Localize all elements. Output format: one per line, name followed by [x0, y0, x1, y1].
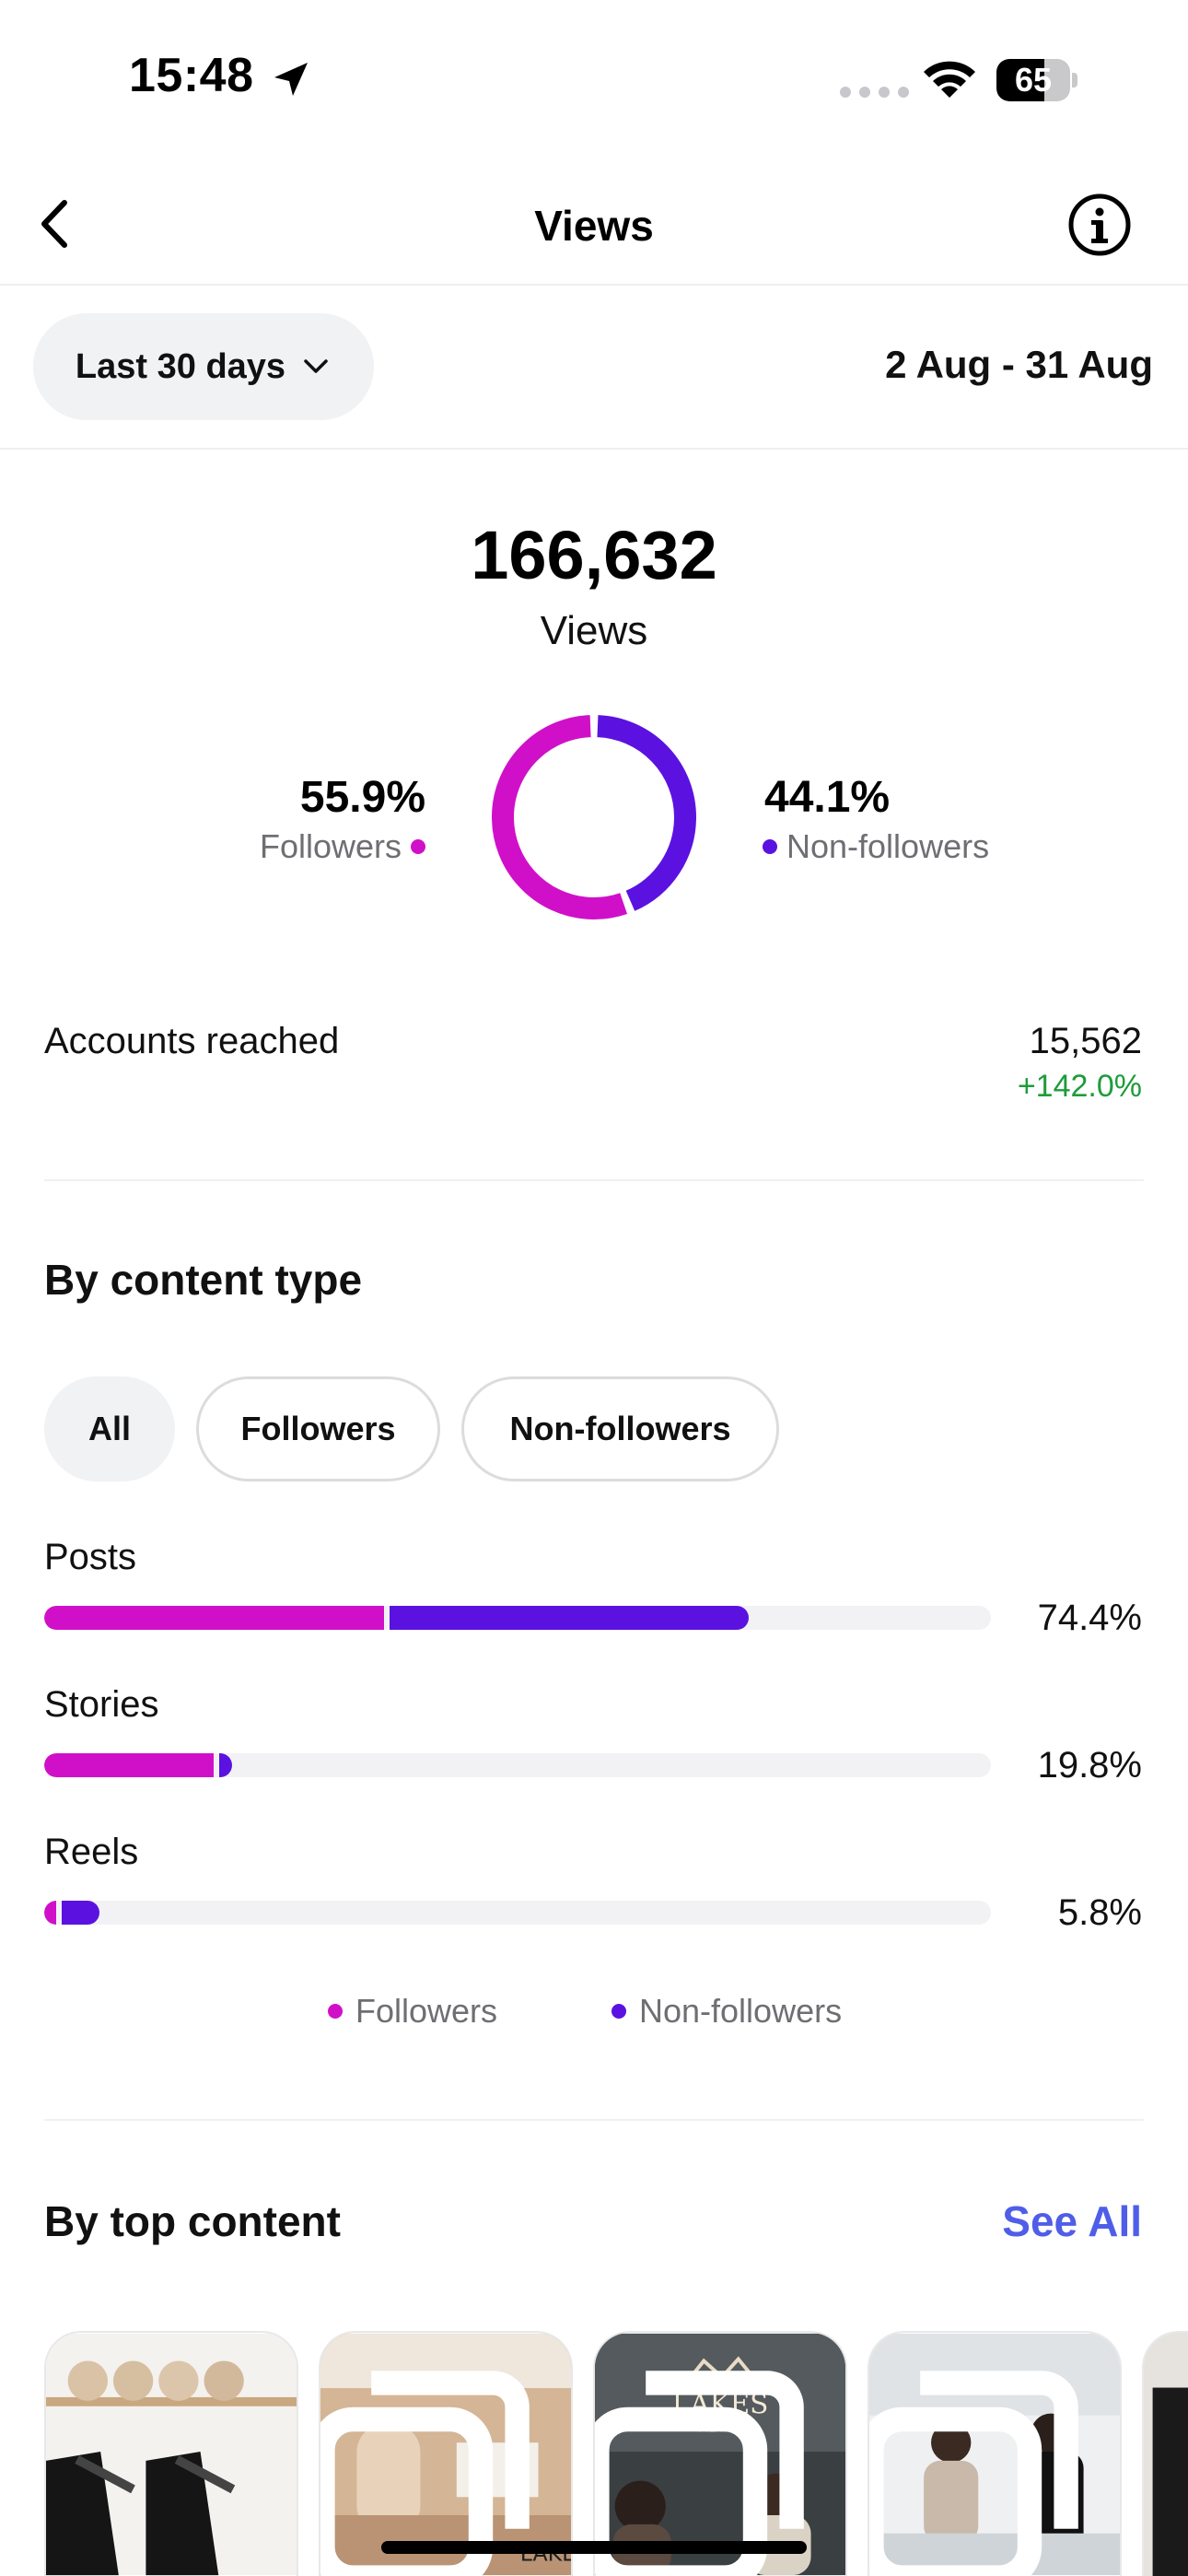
location-arrow-icon [274, 63, 308, 96]
followers-donut-chart [492, 715, 696, 919]
content-type-bar-reels [44, 1901, 991, 1925]
content-type-pct-stories: 19.8% [1037, 1745, 1142, 1786]
accounts-reached-value: 15,562 [1029, 1021, 1142, 1061]
header-divider [0, 284, 1188, 286]
see-all-link[interactable]: See All [1002, 2196, 1142, 2246]
legend-followers: Followers [328, 1992, 497, 2031]
top-content-thumbnail-3[interactable]: LAKES PILATES [593, 2331, 847, 2576]
battery-icon: 65 [996, 59, 1077, 101]
filter-chip-all[interactable]: All [44, 1376, 175, 1481]
content-type-bar-posts [44, 1606, 991, 1630]
legend-followers-label: Followers [355, 1992, 498, 2030]
content-type-pct-reels: 5.8% [1057, 1892, 1142, 1933]
content-type-label-reels: Reels [44, 1832, 139, 1872]
thumbnail-image [1144, 2333, 1188, 2576]
period-dropdown[interactable]: Last 30 days [33, 313, 374, 420]
accounts-reached-change: +142.0% [1017, 1069, 1142, 1104]
filter-chip-non-followers[interactable]: Non-followers [461, 1376, 779, 1481]
date-range: 2 Aug - 31 Aug [885, 343, 1153, 386]
battery-level: 65 [1014, 61, 1053, 99]
bar-segment-followers [44, 1753, 215, 1777]
content-type-pct-posts: 74.4% [1037, 1598, 1142, 1638]
followers-label: Followers [259, 827, 402, 865]
non-followers-legend: Non-followers [763, 827, 989, 866]
top-content-thumbnail-2[interactable]: LAKES [319, 2331, 573, 2576]
bar-segment-non-followers [62, 1901, 99, 1925]
legend-non-followers: Non-followers [611, 1992, 842, 2031]
accounts-reached-label: Accounts reached [44, 1021, 340, 1061]
bar-segment-non-followers [219, 1753, 232, 1777]
content-type-title: By content type [44, 1256, 363, 1304]
non-followers-percentage: 44.1% [764, 773, 891, 822]
period-divider [0, 448, 1188, 450]
bar-segment-followers [44, 1901, 57, 1925]
non-followers-dot-icon [611, 2004, 626, 2019]
bar-segment-followers [44, 1606, 385, 1630]
period-label: Last 30 days [75, 346, 286, 386]
non-followers-label: Non-followers [786, 827, 990, 865]
top-content-title: By top content [44, 2197, 341, 2245]
followers-legend: Followers [260, 827, 425, 866]
top-content-thumbnail-5[interactable] [1142, 2331, 1188, 2576]
content-type-label-stories: Stories [44, 1684, 159, 1725]
non-followers-dot-icon [763, 839, 777, 854]
donut-followers-arc [492, 715, 696, 919]
wifi-icon [924, 61, 975, 98]
filter-chip-followers[interactable]: Followers [196, 1376, 440, 1481]
content-type-label-posts: Posts [44, 1537, 137, 1577]
top-content-thumbnail-4[interactable] [868, 2331, 1122, 2576]
info-icon[interactable] [1066, 192, 1133, 258]
total-views: 166,632 [471, 517, 717, 593]
views-label: Views [540, 608, 648, 653]
followers-percentage: 55.9% [299, 773, 425, 822]
cellular-signal-icon [840, 87, 909, 98]
legend-non-followers-label: Non-followers [639, 1992, 843, 2030]
followers-dot-icon [411, 839, 425, 854]
chevron-down-icon [304, 359, 328, 373]
thumbnail-image [46, 2333, 297, 2576]
content-type-bar-stories [44, 1753, 991, 1777]
section-divider [44, 2119, 1144, 2121]
status-time: 15:48 [129, 49, 254, 102]
bar-segment-non-followers [390, 1606, 749, 1630]
followers-dot-icon [328, 2004, 343, 2019]
carousel-icon [869, 2371, 1078, 2576]
top-content-thumbnail-1[interactable] [44, 2331, 298, 2576]
page-title: Views [534, 202, 654, 250]
section-divider [44, 1179, 1144, 1181]
home-indicator [381, 2541, 807, 2554]
